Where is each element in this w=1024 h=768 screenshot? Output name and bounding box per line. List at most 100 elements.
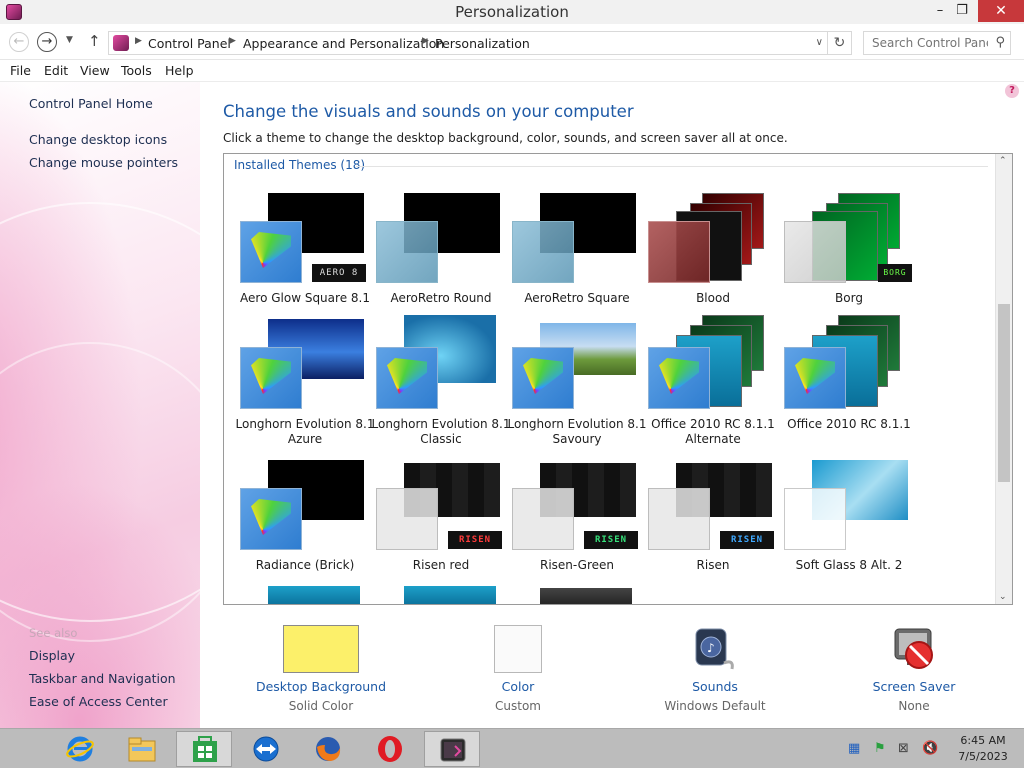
theme-name: Office 2010 RC 8.1.1 Alternate <box>651 417 775 446</box>
address-bar[interactable]: ▶ Control Panel ▶ Appearance and Persona… <box>108 31 828 55</box>
taskbar-internet-explorer[interactable] <box>52 731 108 767</box>
page-description: Click a theme to change the desktop back… <box>223 131 788 145</box>
menu-help[interactable]: Help <box>165 63 194 78</box>
theme-badge: RISEN <box>720 531 774 549</box>
taskbar-navigation-link[interactable]: Taskbar and Navigation <box>29 671 176 686</box>
color-swatch <box>512 488 574 550</box>
theme-risen[interactable]: RISEN Risen <box>646 460 780 590</box>
menu-file[interactable]: File <box>10 63 31 78</box>
color-swatch <box>376 488 438 550</box>
theme-risen-red[interactable]: RISEN Risen red <box>374 460 508 590</box>
sounds-value: Windows Default <box>664 699 766 713</box>
screen-saver-icon[interactable] <box>891 625 937 673</box>
theme-office-2010-alternate[interactable]: Office 2010 RC 8.1.1 Alternate <box>646 315 780 449</box>
control-panel-home-link[interactable]: Control Panel Home <box>29 96 153 111</box>
theme-name: Longhorn Evolution 8.1 Savoury <box>507 417 647 446</box>
theme-aeroretro-round[interactable]: AeroRetro Round <box>374 193 508 323</box>
theme-background-preview[interactable] <box>404 586 496 604</box>
help-icon[interactable]: ? <box>1005 84 1019 98</box>
theme-name: AeroRetro Square <box>524 291 630 305</box>
refresh-button[interactable]: ↻ <box>828 31 852 55</box>
desktop-background-link[interactable]: Desktop Background <box>241 679 401 694</box>
theme-longhorn-savoury[interactable]: Longhorn Evolution 8.1 Savoury <box>508 319 646 449</box>
breadcrumb-personalization[interactable]: Personalization <box>435 36 530 51</box>
theme-blood[interactable]: Blood <box>646 193 780 323</box>
sounds-link[interactable]: Sounds <box>635 679 795 694</box>
theme-aeroretro-square[interactable]: AeroRetro Square <box>510 193 644 323</box>
color-palette-icon <box>376 347 438 409</box>
taskbar-teamviewer[interactable] <box>238 731 294 767</box>
color-palette-icon <box>240 488 302 550</box>
search-icon[interactable]: ⚲ <box>995 35 1005 50</box>
color-swatch <box>648 221 710 283</box>
chevron-right-icon[interactable]: ▶ <box>135 36 142 46</box>
taskbar-firefox[interactable] <box>300 731 356 767</box>
scrollbar-thumb[interactable] <box>998 304 1010 482</box>
volume-muted-icon[interactable]: 🔇 <box>922 741 938 756</box>
search-input[interactable] <box>864 32 988 54</box>
screen-saver-value: None <box>898 699 930 713</box>
color-palette-icon <box>240 221 302 283</box>
theme-longhorn-classic[interactable]: Longhorn Evolution 8.1 Classic <box>372 315 510 449</box>
color-palette-icon <box>512 347 574 409</box>
theme-soft-glass-alt2[interactable]: Soft Glass 8 Alt. 2 <box>782 460 916 590</box>
screen-saver-link[interactable]: Screen Saver <box>834 679 994 694</box>
change-desktop-icons-link[interactable]: Change desktop icons <box>29 132 167 147</box>
desktop-background-icon[interactable] <box>283 625 359 673</box>
theme-background-preview[interactable] <box>268 586 360 604</box>
network-disconnected-icon[interactable]: ⊠ <box>898 741 909 756</box>
chevron-right-icon[interactable]: ▶ <box>422 36 429 46</box>
color-setting[interactable]: Color Custom <box>438 625 598 713</box>
taskbar: ▦ ⚑ ⊠ 🔇 6:45 AM 7/5/2023 <box>0 728 1024 768</box>
screen-saver-setting[interactable]: Screen Saver None <box>834 625 994 713</box>
search-box[interactable]: ⚲ <box>863 31 1011 55</box>
system-clock[interactable]: 6:45 AM 7/5/2023 <box>950 733 1016 765</box>
theme-office-2010[interactable]: Office 2010 RC 8.1.1 <box>782 315 916 449</box>
display-link[interactable]: Display <box>29 648 75 663</box>
desktop-background-setting[interactable]: Desktop Background Solid Color <box>241 625 401 713</box>
chevron-down-icon[interactable]: ∨ <box>816 37 823 48</box>
change-mouse-pointers-link[interactable]: Change mouse pointers <box>29 155 178 170</box>
taskbar-personalization[interactable] <box>424 731 480 767</box>
back-button[interactable]: ← <box>9 32 29 52</box>
breadcrumb-control-panel[interactable]: Control Panel <box>148 36 231 51</box>
theme-radiance-brick[interactable]: Radiance (Brick) <box>238 460 372 590</box>
menu-edit[interactable]: Edit <box>44 63 68 78</box>
color-swatch <box>512 221 574 283</box>
opera-icon <box>378 736 402 762</box>
theme-aero-glow-square[interactable]: AERO 8 Aero Glow Square 8.1 <box>238 193 372 323</box>
up-arrow-icon[interactable]: ↑ <box>88 32 101 50</box>
menu-tools[interactable]: Tools <box>121 63 152 78</box>
taskbar-store[interactable] <box>176 731 232 767</box>
vertical-scrollbar[interactable]: ⌃ ⌄ <box>995 154 1012 604</box>
sounds-icon[interactable]: ♪ <box>694 625 736 673</box>
close-button[interactable]: ✕ <box>978 0 1024 22</box>
personalization-app-icon <box>440 738 466 762</box>
theme-background-preview[interactable] <box>540 588 632 604</box>
themes-list[interactable]: Installed Themes (18) AERO 8 Aero Glow S… <box>223 153 1013 605</box>
maximize-button[interactable]: ❐ <box>948 0 976 22</box>
desktop-background-value: Solid Color <box>288 699 354 713</box>
recent-locations-icon[interactable]: ▼ <box>66 35 73 45</box>
taskbar-opera[interactable] <box>362 731 418 767</box>
color-palette-icon <box>240 347 302 409</box>
theme-borg[interactable]: BORG Borg <box>782 193 916 323</box>
forward-button[interactable]: → <box>37 32 57 52</box>
installed-themes-header[interactable]: Installed Themes (18) <box>234 158 365 172</box>
ease-of-access-link[interactable]: Ease of Access Center <box>29 694 168 709</box>
theme-risen-green[interactable]: RISEN Risen-Green <box>510 460 644 590</box>
action-center-flag-icon[interactable]: ⚑ <box>874 741 886 756</box>
color-link[interactable]: Color <box>438 679 598 694</box>
taskbar-file-explorer[interactable] <box>114 731 170 767</box>
sounds-setting[interactable]: ♪ Sounds Windows Default <box>635 625 795 713</box>
see-also-heading: See also <box>29 626 78 640</box>
scroll-up-icon[interactable]: ⌃ <box>999 156 1007 166</box>
left-navigation-pane: Control Panel Home Change desktop icons … <box>0 82 200 728</box>
network-icon[interactable]: ▦ <box>848 741 860 756</box>
menu-view[interactable]: View <box>80 63 110 78</box>
chevron-right-icon[interactable]: ▶ <box>229 36 236 46</box>
theme-longhorn-azure[interactable]: Longhorn Evolution 8.1 Azure <box>236 319 374 449</box>
scroll-down-icon[interactable]: ⌄ <box>999 592 1007 602</box>
breadcrumb-appearance[interactable]: Appearance and Personalization <box>243 36 444 51</box>
color-swatch-icon[interactable] <box>494 625 542 673</box>
